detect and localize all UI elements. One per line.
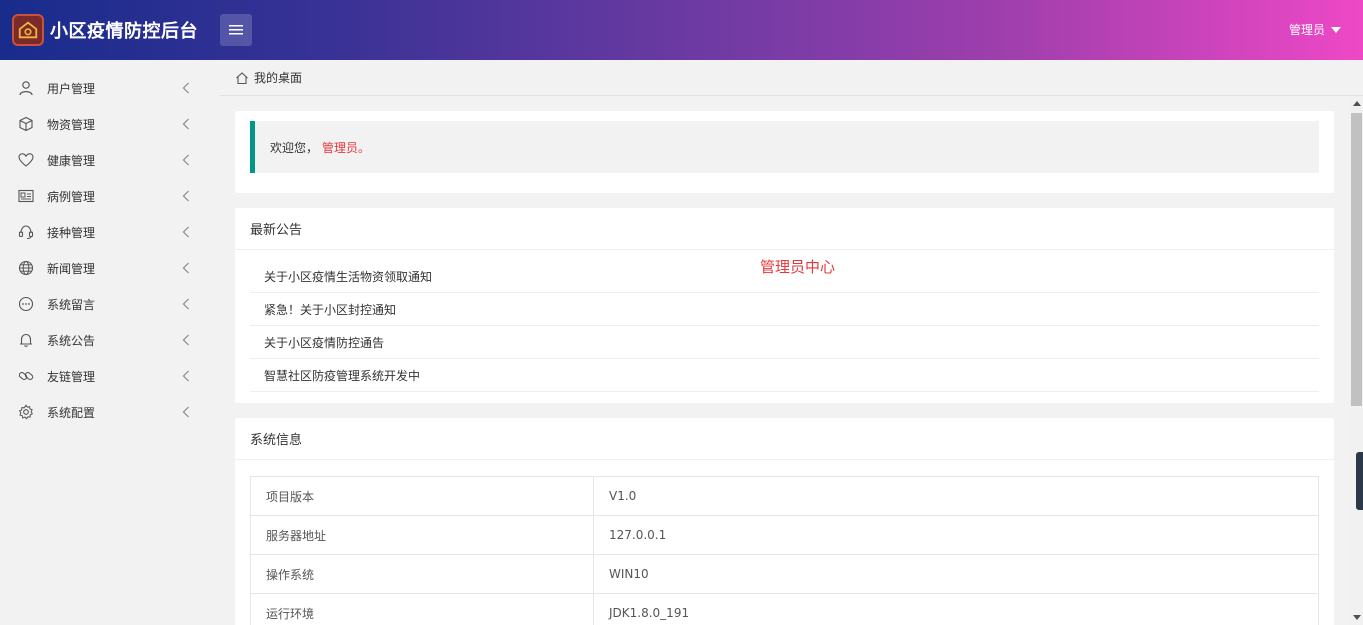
sidebar-item-label: 友链管理 [47,369,96,384]
chevron-left-icon [182,154,189,166]
notice-item[interactable]: 关于小区疫情生活物资领取通知 [250,260,1319,293]
system-info-table: 项目版本 V1.0 服务器地址 127.0.0.1 操作系统 WIN10 运行环… [250,476,1319,625]
table-row: 服务器地址 127.0.0.1 [250,515,1319,555]
globe-icon [18,260,34,276]
message-icon [18,296,34,312]
sidebar-item-config[interactable]: 系统配置 [0,394,220,430]
sidebar-item-announcements[interactable]: 系统公告 [0,322,220,358]
sidebar-item-label: 接种管理 [47,225,96,240]
table-row: 操作系统 WIN10 [250,554,1319,594]
sidebar-item-health[interactable]: 健康管理 [0,142,220,178]
chevron-left-icon [182,406,189,418]
sidebar-item-label: 病例管理 [47,189,96,204]
heart-icon [18,152,34,168]
user-icon [18,80,34,96]
menu-toggle-button[interactable] [220,14,252,46]
bell-icon [18,332,34,348]
sidebar-item-news[interactable]: 新闻管理 [0,250,220,286]
sidebar-item-label: 系统留言 [47,297,96,312]
sidebar-item-label: 健康管理 [47,153,96,168]
app-title: 小区疫情防控后台 [50,21,198,42]
sidebar-item-label: 系统公告 [47,333,96,348]
scroll-thumb[interactable] [1351,113,1362,406]
top-header: 小区疫情防控后台 管理员 [0,0,1363,60]
welcome-card: 欢迎您， 管理员。 [235,111,1334,193]
chevron-left-icon [182,370,189,382]
sidebar-item-supplies[interactable]: 物资管理 [0,106,220,142]
link-icon [18,368,34,384]
chevron-left-icon [182,118,189,130]
scrollbar[interactable] [1350,96,1363,625]
support-icon [18,224,34,240]
system-info-card: 系统信息 项目版本 V1.0 服务器地址 127.0.0.1 操作系统 WIN1… [235,418,1334,625]
scroll-up-icon[interactable] [1353,101,1361,106]
breadcrumb: 我的桌面 [220,60,1363,96]
info-key: 项目版本 [250,476,594,516]
home-logo-icon [18,21,38,39]
hamburger-icon [229,25,243,35]
sidebar: 用户管理 物资管理 健康管理 病例管理 接种管理 新闻管理 系统留言 系统公告 … [0,60,220,625]
info-value: 127.0.0.1 [593,515,1319,555]
sidebar-item-messages[interactable]: 系统留言 [0,286,220,322]
chevron-left-icon [182,226,189,238]
chevron-left-icon [182,190,189,202]
logo [12,14,44,46]
chevron-left-icon [182,334,189,346]
user-menu[interactable]: 管理员 [1289,21,1341,38]
side-widget-tab[interactable] [1356,452,1363,510]
home-icon [236,71,248,84]
welcome-box: 欢迎您， 管理员。 [250,121,1319,173]
info-key: 服务器地址 [250,515,594,555]
id-card-icon [18,188,34,204]
sidebar-item-label: 新闻管理 [47,261,96,276]
notice-list: 关于小区疫情生活物资领取通知 紧急！关于小区封控通知 关于小区疫情防控通告 智慧… [250,260,1319,392]
cube-icon [18,116,34,132]
chevron-left-icon [182,82,189,94]
sidebar-item-label: 物资管理 [47,117,96,132]
table-row: 运行环境 JDK1.8.0_191 [250,593,1319,625]
sidebar-item-label: 系统配置 [47,405,96,420]
main-content: 欢迎您， 管理员。 最新公告 管理员中心 关于小区疫情生活物资领取通知 紧急！关… [220,96,1350,625]
notice-item[interactable]: 智慧社区防疫管理系统开发中 [250,359,1319,392]
system-info-title: 系统信息 [235,418,1334,460]
gear-icon [18,404,34,420]
notice-card-title: 最新公告 [235,208,1334,250]
notice-item[interactable]: 紧急！关于小区封控通知 [250,293,1319,326]
info-key: 运行环境 [250,593,594,625]
sidebar-item-label: 用户管理 [47,81,96,96]
sidebar-item-users[interactable]: 用户管理 [0,70,220,106]
notice-item[interactable]: 关于小区疫情防控通告 [250,326,1319,359]
chevron-left-icon [182,298,189,310]
info-value: V1.0 [593,476,1319,516]
notice-card: 最新公告 管理员中心 关于小区疫情生活物资领取通知 紧急！关于小区封控通知 关于… [235,208,1334,403]
info-value: WIN10 [593,554,1319,594]
info-key: 操作系统 [250,554,594,594]
scroll-down-icon[interactable] [1353,615,1361,620]
welcome-user-name: 管理员。 [322,140,371,155]
sidebar-item-links[interactable]: 友链管理 [0,358,220,394]
table-row: 项目版本 V1.0 [250,476,1319,516]
breadcrumb-home-tab[interactable]: 我的桌面 [254,69,302,86]
welcome-greeting: 欢迎您， [270,140,319,155]
sidebar-item-vaccination[interactable]: 接种管理 [0,214,220,250]
sidebar-item-cases[interactable]: 病例管理 [0,178,220,214]
chevron-left-icon [182,262,189,274]
info-value: JDK1.8.0_191 [593,593,1319,625]
caret-down-icon [1331,27,1341,33]
user-name: 管理员 [1288,23,1325,37]
